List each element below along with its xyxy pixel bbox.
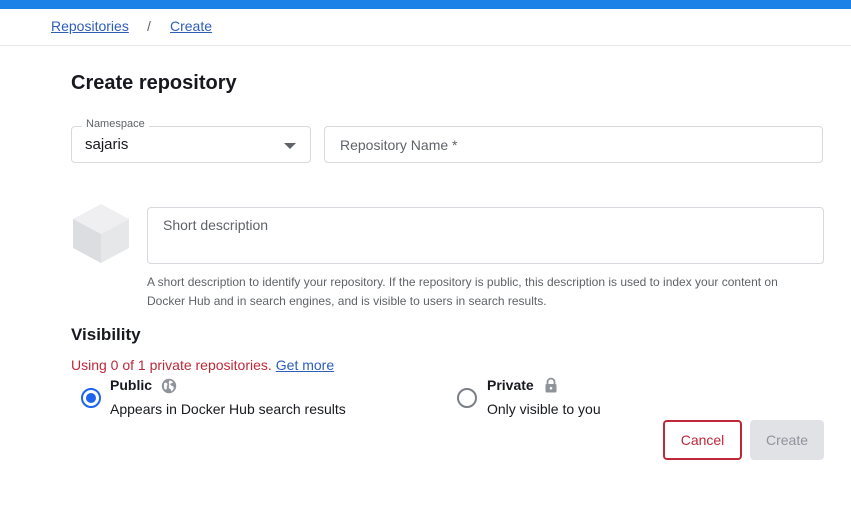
visibility-heading: Visibility (71, 325, 141, 344)
caret-down-icon (284, 143, 296, 149)
lock-icon (545, 377, 557, 393)
short-description-helper-text: A short description to identify your rep… (147, 275, 778, 308)
namespace-select[interactable]: Namespace sajaris (71, 118, 311, 163)
cancel-button[interactable]: Cancel (663, 420, 742, 460)
create-repository-page: Repositories / Create Create repository … (0, 0, 851, 515)
breadcrumb-create-link[interactable]: Create (170, 18, 212, 34)
page-title: Create repository (71, 72, 237, 94)
private-radio[interactable] (457, 388, 477, 408)
create-button[interactable]: Create (750, 420, 824, 460)
short-description-input[interactable] (147, 207, 824, 264)
namespace-value: sajaris (85, 136, 129, 153)
private-repo-usage: Using 0 of 1 private repositories. Get mo… (71, 357, 334, 373)
visibility-option-private[interactable]: Private Only visible to you (456, 376, 656, 420)
private-description: Only visible to you (487, 401, 601, 417)
breadcrumb-separator: / (147, 18, 151, 34)
breadcrumb: Repositories / Create (0, 9, 851, 46)
namespace-label: Namespace (82, 118, 149, 130)
repository-cube-icon (73, 204, 129, 263)
globe-icon (161, 378, 177, 394)
breadcrumb-repositories-link[interactable]: Repositories (51, 18, 129, 34)
usage-text: Using 0 of 1 private repositories. (71, 357, 272, 373)
public-title: Public (110, 377, 153, 393)
public-description: Appears in Docker Hub search results (110, 401, 346, 417)
visibility-option-public[interactable]: Public Appears in Docker Hub search resu… (80, 376, 370, 420)
public-radio[interactable] (81, 388, 101, 408)
private-title: Private (487, 377, 534, 393)
get-more-link[interactable]: Get more (276, 357, 334, 373)
top-accent-bar (0, 0, 851, 9)
repository-name-input[interactable] (324, 126, 823, 163)
